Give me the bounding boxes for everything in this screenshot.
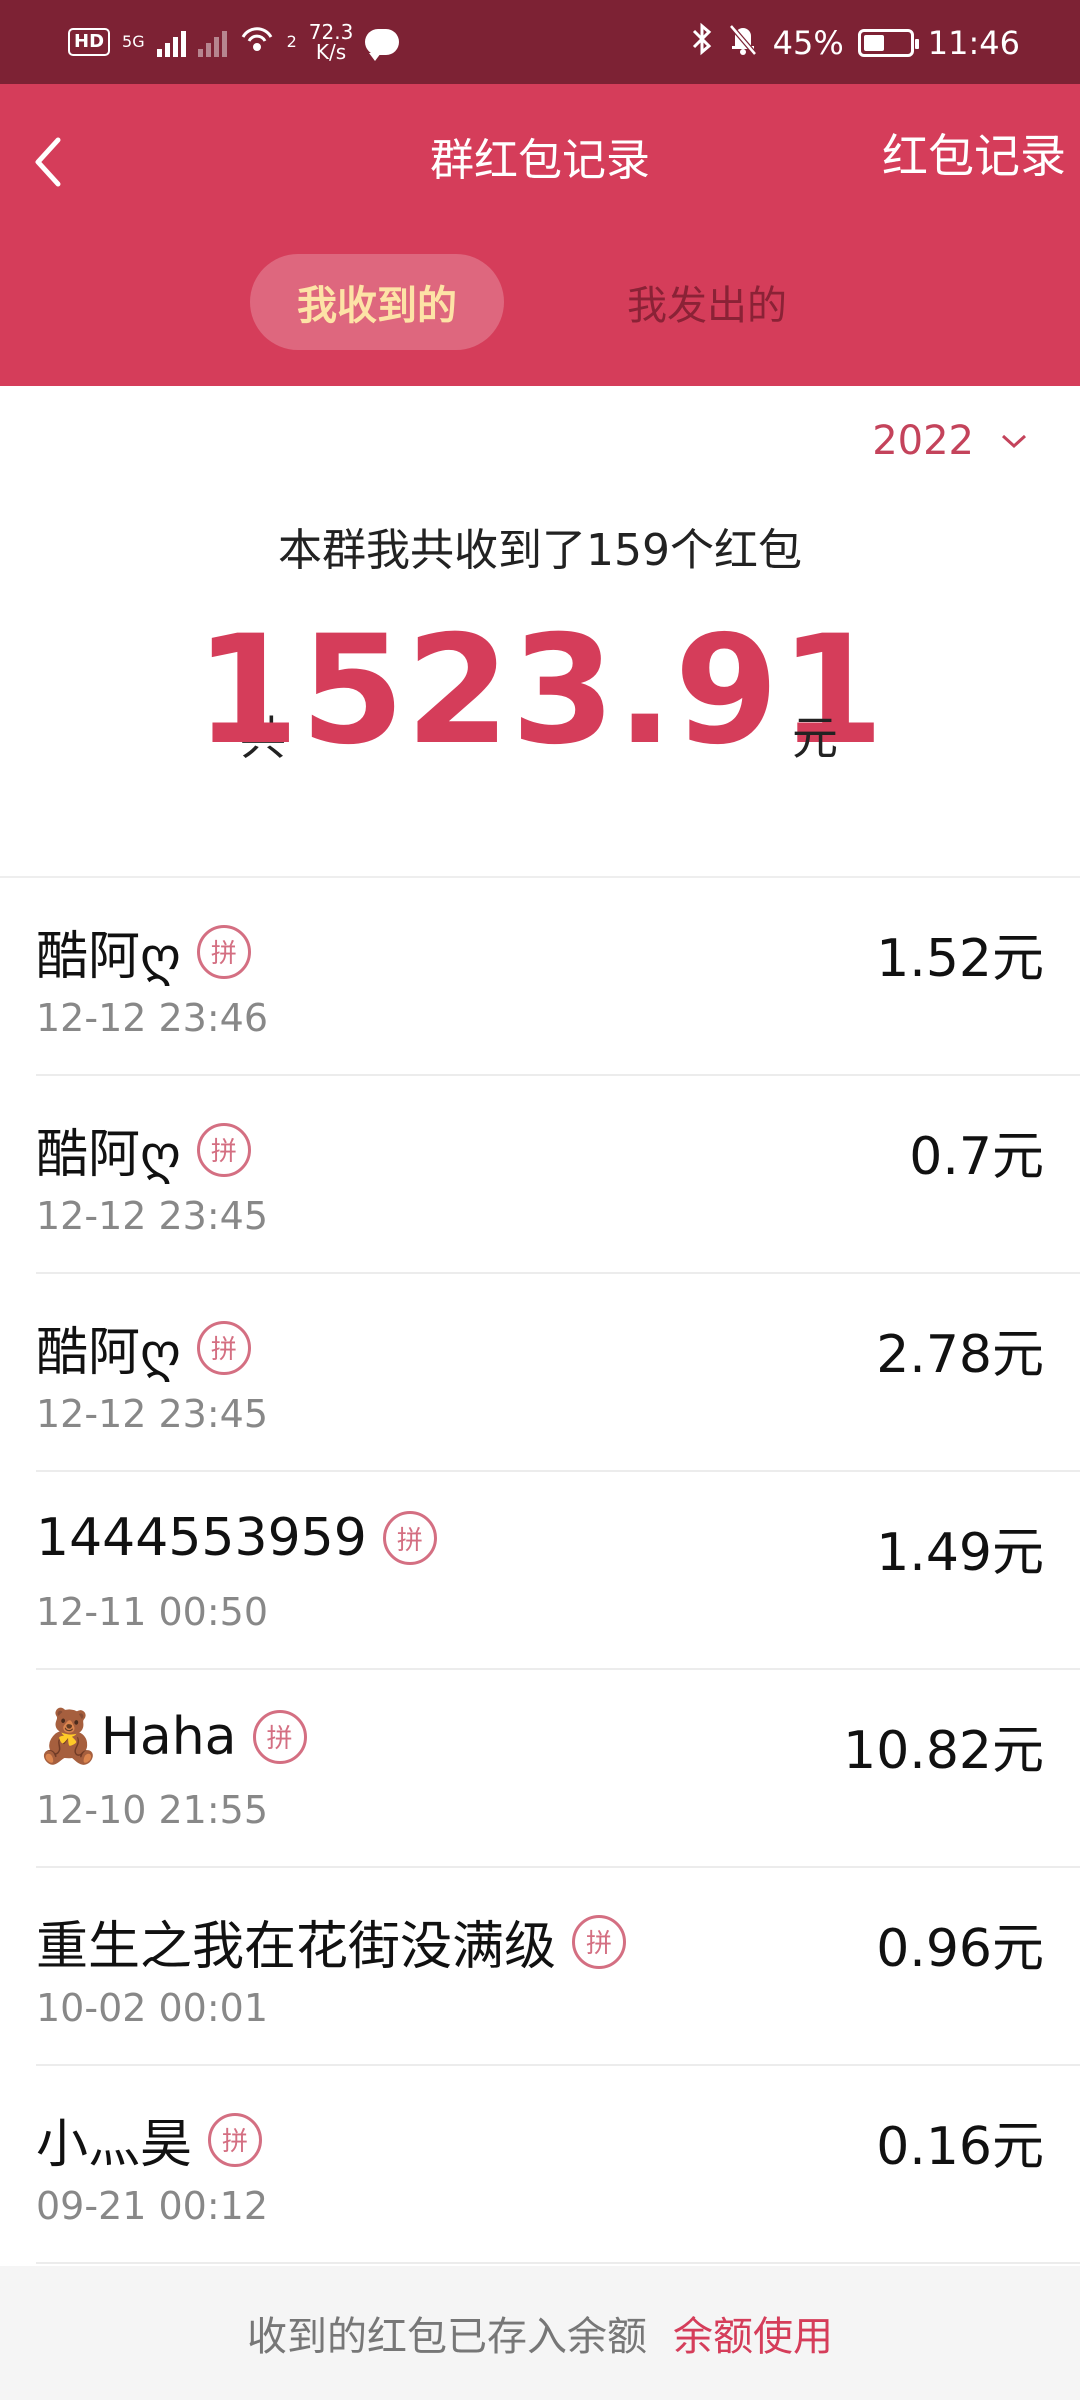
sender-name: 小灬昊 [36,2115,193,2175]
record-amount: 1.49元 [876,1523,1044,1583]
mute-bell-icon [727,22,759,64]
lucky-packet-badge-icon: 拼 [208,2112,263,2167]
sender-name: 1444553959 [36,1508,367,1568]
record-time: 09-21 00:12 [36,2184,269,2228]
sender-name: 酷阿ღ [36,1323,181,1383]
lucky-packet-badge-icon: 拼 [196,924,251,979]
year-dropdown[interactable]: 2022 [872,418,1028,464]
sender-name: 酷阿ღ [36,1125,181,1185]
record-amount: 0.96元 [876,1919,1044,1979]
lucky-packet-badge-icon: 拼 [196,1320,251,1375]
lucky-packet-badge-icon: 拼 [382,1511,437,1565]
speed-unit: K/s [315,40,347,64]
status-right-icons: 45% 11:46 [691,22,1020,64]
record-time: 12-11 00:50 [36,1590,269,1634]
clock-time: 11:46 [927,24,1020,62]
battery-icon [857,29,919,57]
total-amount-row: 共 1523.91 元 [0,616,1080,766]
sender-name: 🧸Haha [36,1707,237,1767]
header: 群红包记录 红包记录 我收到的 我发出的 [0,84,1080,386]
battery-fill [863,35,884,51]
record-amount: 0.16元 [876,2117,1044,2177]
footer-note: 收到的红包已存入余额 [247,2314,647,2360]
balance-usage-link[interactable]: 余额使用 [673,2304,833,2362]
network-speed: 72.3 K/s [309,22,354,62]
lucky-packet-badge-icon: 拼 [252,1709,307,1764]
message-notification-icon [365,29,400,61]
record-sender: 酷阿ღ 拼 [36,1112,251,1187]
record-amount: 0.7元 [909,1127,1044,1187]
record-time: 10-02 00:01 [36,1986,269,2030]
red-packet-records-link[interactable]: 红包记录 [882,120,1066,186]
record-sender: 小灬昊拼 [36,2102,263,2177]
summary-description: 本群我共收到了159个红包 [278,525,802,576]
total-amount: 1523.91 [194,604,886,778]
record-sender: 酷阿ღ 拼 [36,914,251,989]
list-item[interactable]: 小灬昊拼 09-21 00:12 0.16元 [36,2066,1080,2264]
record-sender: 重生之我在花街没满级拼 [36,1904,627,1979]
footer: 收到的红包已存入余额 余额使用 [0,2266,1080,2400]
list-item[interactable]: 酷阿ღ 拼 12-12 23:45 0.7元 [36,1076,1080,1274]
lucky-packet-badge-icon: 拼 [196,1122,251,1177]
sender-name: 重生之我在花街没满级 [36,1917,557,1977]
records-list: 酷阿ღ 拼 12-12 23:46 1.52元 酷阿ღ 拼 12-12 23:45 0.7元酷… [0,876,1080,2264]
record-amount: 1.52元 [876,929,1044,989]
hd-icon: HD [68,28,111,56]
record-time: 12-12 23:46 [36,996,269,1040]
record-amount: 10.82元 [843,1721,1044,1781]
record-time: 12-12 23:45 [36,1392,269,1436]
speed-value: 72.3 [308,20,354,44]
status-bar: HD 5G 2 72.3 K/s 45% 11:46 [0,0,1080,84]
status-left-icons: HD 5G 2 72.3 K/s [68,22,400,62]
tab-received[interactable]: 我收到的 [250,254,504,350]
year-value: 2022 [872,418,974,464]
record-amount: 2.78元 [876,1325,1044,1385]
record-sender: 酷阿ღ 拼 [36,1310,251,1385]
tab-bar: 我收到的 我发出的 [0,254,1080,350]
wifi-hotspot-icon [239,23,275,61]
sender-name: 酷阿ღ [36,927,181,987]
bluetooth-icon [691,22,713,64]
record-time: 12-12 23:45 [36,1194,269,1238]
network-type-label: 5G [122,32,145,51]
lucky-packet-badge-icon: 拼 [572,1914,627,1969]
list-item[interactable]: 重生之我在花街没满级拼 10-02 00:01 0.96元 [36,1868,1080,2066]
signal-strength-icon [156,27,186,57]
signal-strength-2-icon [197,27,227,57]
total-suffix: 元 [792,711,838,765]
wifi-number-label: 2 [286,32,297,51]
list-item[interactable]: 酷阿ღ 拼 12-12 23:45 2.78元 [36,1274,1080,1472]
tab-sent[interactable]: 我发出的 [580,254,834,350]
battery-percent: 45% [772,24,844,62]
chevron-down-icon [1001,434,1027,449]
record-sender: 1444553959 拼 [36,1508,437,1568]
record-sender: 🧸Haha 拼 [36,1706,307,1767]
list-item[interactable]: 🧸Haha 拼 12-10 21:55 10.82元 [36,1670,1080,1868]
record-time: 12-10 21:55 [36,1788,269,1832]
list-item[interactable]: 1444553959 拼 12-11 00:50 1.49元 [36,1472,1080,1670]
list-item[interactable]: 酷阿ღ 拼 12-12 23:46 1.52元 [36,878,1080,1076]
